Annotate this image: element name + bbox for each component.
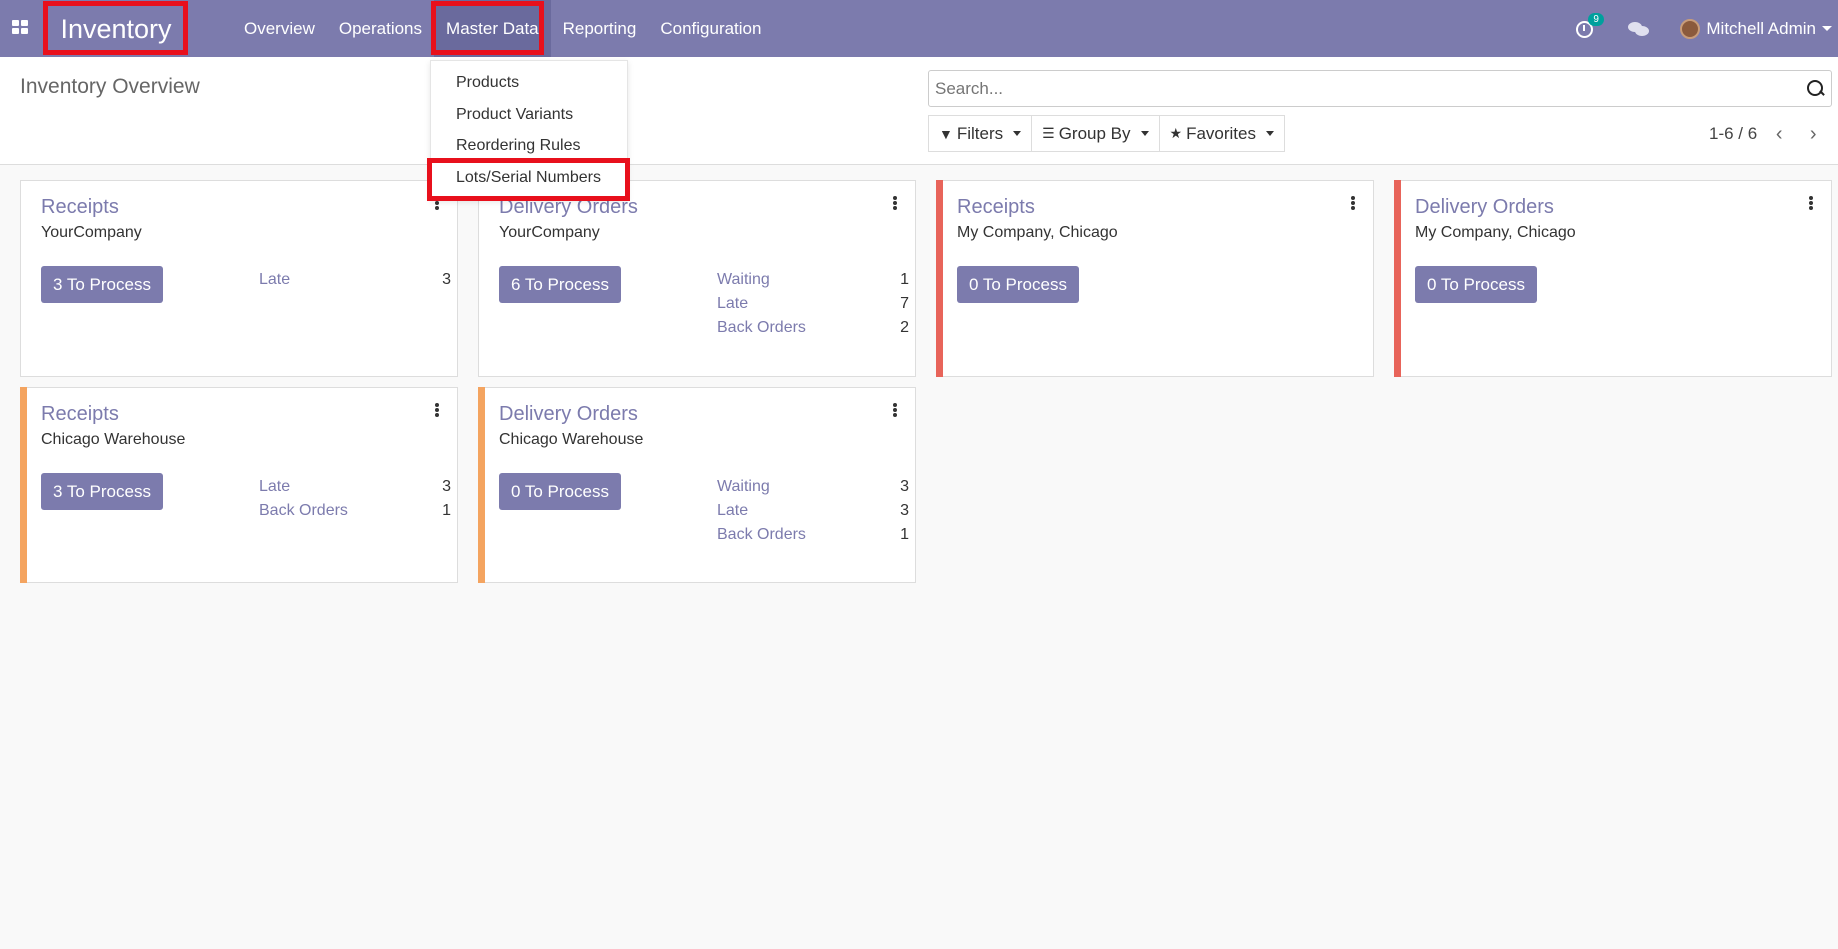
stat-late-value: 3 [900, 502, 909, 519]
card-title[interactable]: Receipts [41, 403, 119, 426]
star-icon: ★ [1169, 125, 1183, 141]
filters-button[interactable]: ▼ Filters [928, 115, 1033, 152]
search-options: ▼ Filters ☰ Group By ★ Favorites [928, 115, 1285, 152]
stat-back-orders-link[interactable]: Back Orders [717, 526, 806, 544]
chevron-down-icon [1266, 131, 1274, 136]
apps-menu-icon[interactable] [12, 20, 28, 34]
chat-icon[interactable] [1628, 20, 1650, 38]
kebab-menu-icon[interactable] [893, 196, 897, 210]
stat-waiting-value: 3 [900, 478, 909, 495]
stat-back-orders-value: 2 [900, 319, 909, 336]
user-menu[interactable]: Mitchell Admin [1706, 19, 1816, 39]
group-by-label: Group By [1058, 123, 1131, 143]
menu-configuration[interactable]: Configuration [648, 0, 773, 57]
favorites-label: Favorites [1186, 123, 1256, 143]
kebab-menu-icon[interactable] [1809, 196, 1813, 210]
to-process-button[interactable]: 0 To Process [957, 266, 1079, 303]
menu-master-data[interactable]: Master Data [434, 0, 551, 57]
dropdown-item-products[interactable]: Products [456, 74, 519, 92]
menu-overview[interactable]: Overview [232, 0, 327, 57]
menu-operations[interactable]: Operations [327, 0, 434, 57]
status-bar [20, 387, 27, 583]
status-bar [478, 387, 485, 583]
kanban-card: Receipts YourCompany 3 To Process Late 3 [20, 180, 458, 377]
kanban-card: Delivery Orders Chicago Warehouse 0 To P… [478, 387, 916, 583]
to-process-button[interactable]: 3 To Process [41, 266, 163, 303]
chevron-right-icon[interactable]: › [1801, 122, 1825, 146]
to-process-button[interactable]: 3 To Process [41, 473, 163, 510]
stat-late-value: 3 [442, 271, 451, 288]
stat-waiting-value: 1 [900, 271, 909, 288]
card-title[interactable]: Receipts [41, 196, 119, 219]
activity-badge: 9 [1588, 12, 1604, 26]
master-data-dropdown: Products Product Variants Reordering Rul… [430, 60, 628, 200]
card-title[interactable]: Delivery Orders [499, 403, 638, 426]
card-subtitle: Chicago Warehouse [41, 431, 186, 448]
kanban-card: Delivery Orders YourCompany 6 To Process… [478, 180, 916, 377]
main-menu: Overview Operations Master Data Reportin… [232, 0, 773, 57]
dropdown-item-lots-serial-numbers[interactable]: Lots/Serial Numbers [456, 169, 601, 187]
card-subtitle: YourCompany [41, 224, 142, 241]
stat-late-value: 3 [442, 478, 451, 495]
filters-label: Filters [956, 123, 1004, 143]
stat-back-orders-link[interactable]: Back Orders [259, 502, 348, 520]
card-subtitle: Chicago Warehouse [499, 431, 644, 448]
stat-late-link[interactable]: Late [717, 295, 748, 313]
menu-reporting[interactable]: Reporting [551, 0, 649, 57]
stat-late-link[interactable]: Late [717, 502, 748, 520]
card-title[interactable]: Delivery Orders [1415, 196, 1554, 219]
pager: 1-6 / 6 ‹ › [1709, 122, 1825, 146]
stat-back-orders-value: 1 [900, 526, 909, 543]
search-box [928, 70, 1832, 107]
page-title: Inventory Overview [20, 75, 200, 98]
kebab-menu-icon[interactable] [1351, 196, 1355, 210]
stat-back-orders-link[interactable]: Back Orders [717, 319, 806, 337]
kanban-card: Receipts Chicago Warehouse 3 To Process … [20, 387, 458, 583]
stat-late-link[interactable]: Late [259, 478, 290, 496]
to-process-button[interactable]: 0 To Process [499, 473, 621, 510]
stat-back-orders-value: 1 [442, 502, 451, 519]
search-input[interactable] [929, 71, 1807, 106]
card-subtitle: YourCompany [499, 224, 600, 241]
card-title[interactable]: Receipts [957, 196, 1035, 219]
list-icon: ☰ [1042, 125, 1055, 141]
dropdown-item-product-variants[interactable]: Product Variants [456, 106, 573, 124]
kanban-card: Delivery Orders My Company, Chicago 0 To… [1394, 180, 1832, 377]
favorites-button[interactable]: ★ Favorites [1159, 115, 1285, 152]
avatar[interactable] [1680, 18, 1701, 39]
filter-icon: ▼ [939, 125, 953, 142]
navbar-right: 9 Mitchell Admin [1576, 0, 1838, 57]
to-process-button[interactable]: 0 To Process [1415, 266, 1537, 303]
group-by-button[interactable]: ☰ Group By [1032, 115, 1160, 152]
card-subtitle: My Company, Chicago [957, 224, 1118, 241]
kebab-menu-icon[interactable] [435, 403, 439, 417]
status-bar [936, 180, 943, 377]
chevron-down-icon [1140, 131, 1149, 136]
chevron-down-icon [1013, 131, 1022, 136]
kanban-card: Receipts My Company, Chicago 0 To Proces… [936, 180, 1374, 377]
stat-late-link[interactable]: Late [259, 271, 290, 289]
to-process-button[interactable]: 6 To Process [499, 266, 621, 303]
control-panel: Inventory Overview ▼ Filters ☰ Group By … [0, 57, 1838, 165]
chevron-down-icon [1822, 26, 1832, 31]
pager-value[interactable]: 1-6 / 6 [1709, 124, 1757, 144]
card-subtitle: My Company, Chicago [1415, 224, 1576, 241]
status-bar [1394, 180, 1401, 377]
stat-late-value: 7 [900, 295, 909, 312]
dropdown-item-reordering-rules[interactable]: Reordering Rules [456, 137, 581, 155]
search-icon[interactable] [1807, 79, 1825, 98]
app-brand[interactable]: Inventory [46, 4, 186, 54]
kebab-menu-icon[interactable] [893, 403, 897, 417]
activity-clock-icon[interactable]: 9 [1576, 12, 1604, 39]
chevron-left-icon[interactable]: ‹ [1767, 122, 1791, 146]
top-navbar: Inventory Overview Operations Master Dat… [0, 0, 1838, 57]
stat-waiting-link[interactable]: Waiting [717, 271, 770, 289]
stat-waiting-link[interactable]: Waiting [717, 478, 770, 496]
